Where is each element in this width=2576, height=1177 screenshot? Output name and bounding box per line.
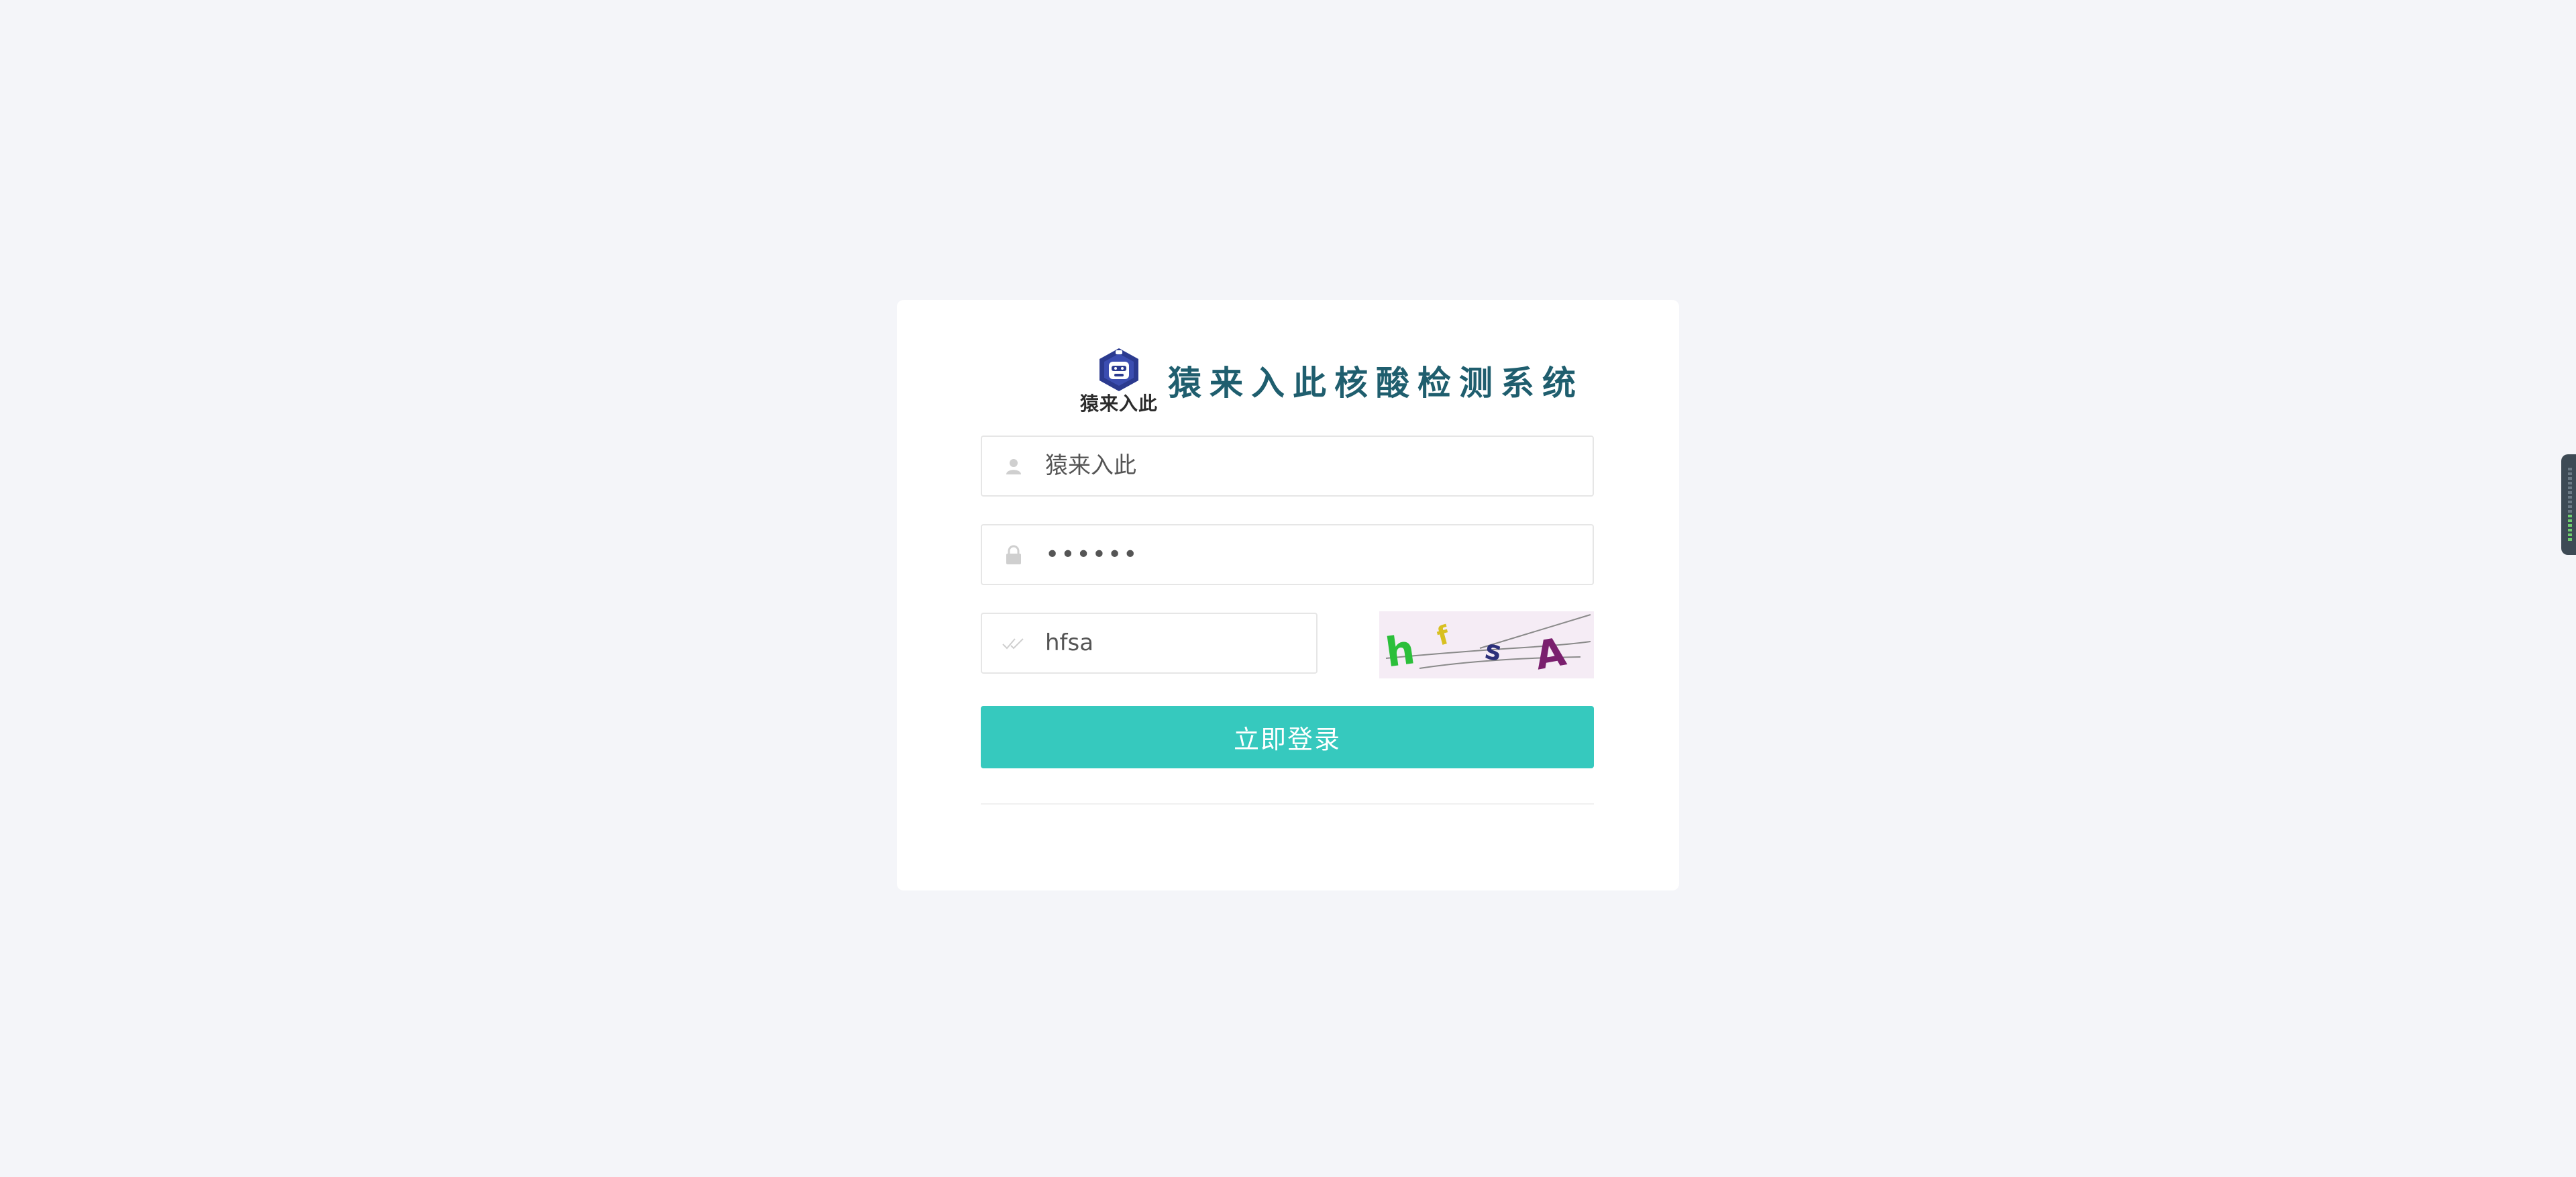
- username-value[interactable]: 猿来入此: [1045, 437, 1136, 495]
- monkey-badge-icon: [1099, 348, 1138, 391]
- password-field[interactable]: ••••••: [981, 524, 1594, 585]
- login-card: 猿来入此 猿来入此核酸检测系统 猿来入此 •••••• hfsa h f s A…: [897, 300, 1679, 890]
- app-logo-row: 猿来入此 猿来入此核酸检测系统: [1079, 347, 1584, 414]
- app-title: 猿来入此核酸检测系统: [1168, 363, 1584, 403]
- logo-caption: 猿来入此: [1079, 393, 1158, 415]
- username-field[interactable]: 猿来入此: [981, 436, 1594, 497]
- handle-indicator: [2568, 515, 2572, 542]
- side-panel-handle[interactable]: [2561, 454, 2576, 555]
- lock-icon: [982, 525, 1045, 584]
- user-icon: [982, 437, 1045, 495]
- captcha-value[interactable]: hfsa: [1045, 614, 1093, 672]
- divider: [981, 803, 1594, 805]
- app-logo: 猿来入此: [1079, 347, 1159, 414]
- password-value[interactable]: ••••••: [1045, 525, 1138, 584]
- login-button[interactable]: 立即登录: [981, 706, 1594, 768]
- captcha-picture: h f s A: [1379, 611, 1594, 679]
- captcha-image[interactable]: h f s A: [1379, 611, 1594, 679]
- check-icon: [982, 614, 1045, 672]
- captcha-field[interactable]: hfsa: [981, 613, 1318, 674]
- login-page: 猿来入此 猿来入此核酸检测系统 猿来入此 •••••• hfsa h f s A…: [0, 0, 2576, 1177]
